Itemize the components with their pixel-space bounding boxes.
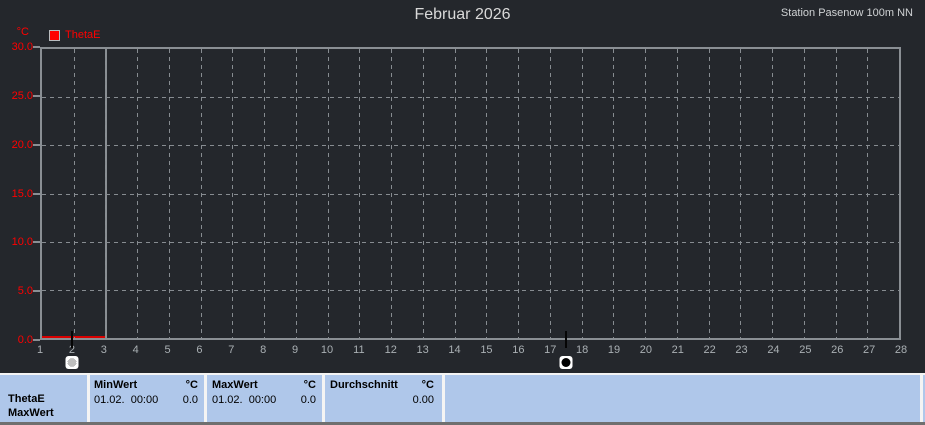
y-tick-label: 15.0: [0, 188, 33, 200]
y-axis-labels: 30.025.020.015.010.05.00.0: [0, 47, 33, 340]
axis-cursor-marks: [40, 331, 901, 348]
range-slider: [40, 356, 901, 370]
durchschnitt-header: Durchschnitt: [330, 379, 398, 391]
dithered-knob-icon: [67, 358, 76, 367]
maxwert-value: 0.0: [301, 394, 316, 406]
y-axis-ticks: [33, 47, 40, 340]
filled-knob-icon: [562, 358, 571, 367]
y-tick-label: 0.0: [0, 334, 33, 346]
y-axis-unit-label: °C: [0, 26, 29, 38]
slider-handle-range-start[interactable]: [65, 356, 78, 369]
axis-cursor-tick-range-end: [565, 331, 567, 348]
maxwert-header: MaxWert: [212, 379, 258, 391]
minwert-unit: °C: [186, 379, 198, 391]
y-tick-label: 30.0: [0, 41, 33, 53]
minwert-header: MinWert: [94, 379, 137, 391]
maxwert-unit: °C: [304, 379, 316, 391]
panel-divider: [204, 375, 207, 422]
panel-divider: [87, 375, 90, 422]
maxwert-value-row: 01.02. 00:00 0.0: [212, 394, 316, 406]
axis-cursor-tick-range-start: [71, 331, 73, 348]
row-label-series: ThetaE: [8, 393, 45, 405]
legend: ThetaE: [49, 29, 100, 41]
y-tick-mark: [33, 95, 40, 97]
legend-swatch-icon: [49, 30, 60, 41]
y-tick-mark: [33, 290, 40, 292]
minwert-value-row: 01.02. 00:00 0.0: [94, 394, 198, 406]
y-tick-mark: [33, 144, 40, 146]
y-tick-mark: [33, 241, 40, 243]
y-tick-label: 5.0: [0, 285, 33, 297]
minwert-timestamp: 01.02. 00:00: [94, 394, 158, 406]
plot-area: [40, 47, 901, 340]
y-tick-mark: [33, 193, 40, 195]
y-tick-label: 20.0: [0, 139, 33, 151]
y-tick-mark: [33, 46, 40, 48]
panel-divider: [920, 375, 923, 422]
y-tick-label: 25.0: [0, 90, 33, 102]
h-gridline: [42, 242, 899, 243]
durchschnitt-value: 0.00: [330, 394, 434, 406]
legend-label: ThetaE: [65, 29, 100, 41]
h-gridline: [42, 290, 899, 291]
durchschnitt-value-row: 0.00: [330, 394, 434, 406]
row-label-aggregate: MaxWert: [8, 407, 54, 419]
h-gridline: [42, 194, 899, 195]
maxwert-timestamp: 01.02. 00:00: [212, 394, 276, 406]
station-label: Station Pasenow 100m NN: [781, 7, 913, 19]
panel-divider: [322, 375, 325, 422]
minwert-header-row: MinWert °C: [94, 379, 198, 391]
slider-handle-range-end[interactable]: [560, 356, 573, 369]
minwert-value: 0.0: [183, 394, 198, 406]
y-tick-mark: [33, 339, 40, 341]
durchschnitt-header-row: Durchschnitt °C: [330, 379, 434, 391]
maxwert-header-row: MaxWert °C: [212, 379, 316, 391]
h-gridline: [42, 97, 899, 98]
stats-panel: ThetaE MaxWert MinWert °C 01.02. 00:00 0…: [0, 373, 925, 425]
y-tick-label: 10.0: [0, 236, 33, 248]
h-gridline: [42, 145, 899, 146]
durchschnitt-unit: °C: [422, 379, 434, 391]
panel-divider: [442, 375, 445, 422]
